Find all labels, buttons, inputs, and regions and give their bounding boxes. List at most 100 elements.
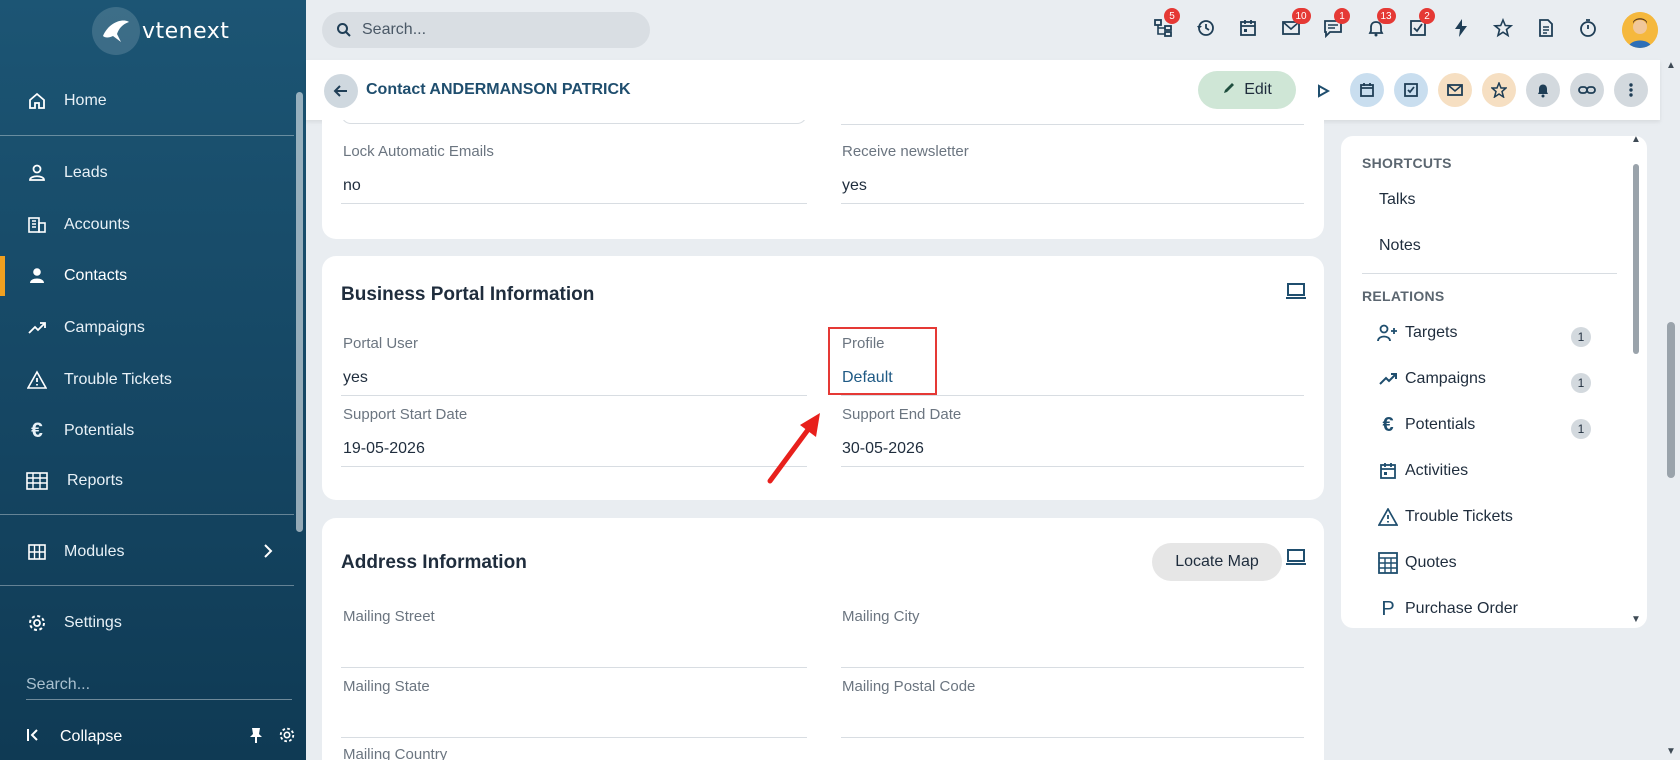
relation-potentials[interactable]: € Potentials xyxy=(1377,414,1475,436)
notification-button[interactable] xyxy=(1526,73,1560,107)
red-arrow-annotation xyxy=(767,413,820,484)
relation-label: Targets xyxy=(1405,324,1458,341)
star-icon xyxy=(1491,82,1507,98)
user-plus-icon xyxy=(1377,322,1399,344)
task-check-button[interactable]: 2 xyxy=(1397,8,1440,48)
relations-heading: RELATIONS xyxy=(1362,288,1445,304)
sidebar-item-campaigns[interactable]: Campaigns xyxy=(0,308,294,348)
section-title: Business Portal Information xyxy=(341,284,595,305)
search-placeholder: Search... xyxy=(362,21,427,38)
shortcut-talks[interactable]: Talks xyxy=(1379,191,1415,209)
edit-label: Edit xyxy=(1244,81,1272,98)
sidebar-item-label: Settings xyxy=(64,614,122,631)
relation-trouble-tickets[interactable]: Trouble Tickets xyxy=(1377,506,1513,528)
back-button[interactable] xyxy=(324,74,358,108)
email-field[interactable] xyxy=(341,120,807,124)
edit-button[interactable]: Edit xyxy=(1198,71,1296,109)
sidebar-scrollbar[interactable] xyxy=(296,80,303,640)
profile-value-link[interactable]: Default xyxy=(842,369,893,387)
mailing-city-label: Mailing City xyxy=(842,608,920,625)
bell-button[interactable]: 13 xyxy=(1355,8,1398,48)
timer-button[interactable] xyxy=(1567,12,1610,48)
relation-label: Activities xyxy=(1405,462,1469,479)
sidebar-item-label: Potentials xyxy=(64,422,135,439)
task-check-icon xyxy=(1404,83,1418,97)
shortcut-label: Notes xyxy=(1379,237,1421,254)
page-scrollbar[interactable]: ▲ ▼ xyxy=(1663,60,1680,760)
hierarchy-button[interactable]: 5 xyxy=(1142,8,1185,48)
sidebar-item-modules[interactable]: Modules xyxy=(0,532,294,572)
monitor-icon[interactable] xyxy=(1286,548,1306,571)
support-start-value[interactable]: 19-05-2026 xyxy=(343,440,425,458)
monitor-icon[interactable] xyxy=(1286,282,1306,305)
chat-button[interactable]: 1 xyxy=(1312,8,1355,48)
shortcuts-heading: SHORTCUTS xyxy=(1362,155,1452,171)
lock-emails-value[interactable]: no xyxy=(343,177,361,195)
calendar-button[interactable] xyxy=(1227,12,1270,48)
lightning-button[interactable] xyxy=(1440,12,1483,48)
link-button[interactable] xyxy=(1570,73,1604,107)
more-actions-button[interactable] xyxy=(1614,73,1648,107)
sidebar-item-leads[interactable]: Leads xyxy=(0,153,294,193)
sidebar-item-trouble-tickets[interactable]: Trouble Tickets xyxy=(0,360,294,400)
history-button[interactable] xyxy=(1185,12,1228,48)
shortcut-notes[interactable]: Notes xyxy=(1379,237,1421,255)
add-event-button[interactable] xyxy=(1350,73,1384,107)
top-icons: 5 10 1 13 2 xyxy=(1142,8,1610,48)
lightning-icon xyxy=(1451,18,1471,43)
collapse-icon xyxy=(26,727,44,748)
locate-map-label: Locate Map xyxy=(1175,553,1259,570)
collapse-label: Collapse xyxy=(60,728,123,745)
collapse-button[interactable]: Collapse xyxy=(26,724,296,750)
sidebar-item-home[interactable]: Home xyxy=(0,81,294,121)
locate-map-button[interactable]: Locate Map xyxy=(1152,543,1282,581)
dolphin-logo-icon xyxy=(92,7,140,55)
trending-up-icon xyxy=(26,317,48,339)
relation-purchase-order[interactable]: P Purchase Order xyxy=(1377,598,1518,620)
support-end-value[interactable]: 30-05-2026 xyxy=(842,440,924,458)
sidebar-item-accounts[interactable]: Accounts xyxy=(0,205,294,245)
gear-icon xyxy=(26,612,48,634)
sidebar-search-input[interactable]: Search... xyxy=(26,666,292,700)
relation-targets[interactable]: Targets xyxy=(1377,322,1457,344)
sidebar-item-reports[interactable]: Reports xyxy=(0,461,294,501)
star-button[interactable] xyxy=(1482,12,1525,48)
sidebar-item-potentials[interactable]: € Potentials xyxy=(0,411,294,451)
portal-user-value[interactable]: yes xyxy=(343,369,368,387)
play-icon xyxy=(1318,84,1330,98)
gear-icon[interactable] xyxy=(278,726,296,749)
sidebar-item-settings[interactable]: Settings xyxy=(0,603,294,643)
favorite-button[interactable] xyxy=(1482,73,1516,107)
sidebar-item-label: Trouble Tickets xyxy=(64,371,172,388)
mail-button[interactable]: 10 xyxy=(1270,8,1313,48)
app-logo[interactable]: vtenext xyxy=(92,6,229,56)
avatar[interactable] xyxy=(1622,12,1658,48)
relation-quotes[interactable]: Quotes xyxy=(1377,552,1457,574)
sidebar: vtenext Home Leads Accounts Contacts Cam… xyxy=(0,0,306,760)
sidebar-item-label: Contacts xyxy=(64,267,128,284)
relation-campaigns[interactable]: Campaigns xyxy=(1377,368,1486,390)
calendar-icon xyxy=(1238,18,1258,43)
notification-badge: 1 xyxy=(1334,8,1350,24)
pin-icon[interactable] xyxy=(248,726,264,749)
building-icon xyxy=(26,214,48,236)
document-button[interactable] xyxy=(1525,12,1568,48)
panel-scrollbar[interactable] xyxy=(1631,142,1641,622)
person-outline-icon xyxy=(26,162,48,184)
relation-label: Quotes xyxy=(1405,554,1457,571)
history-icon xyxy=(1196,18,1216,43)
sidebar-item-contacts[interactable]: Contacts xyxy=(0,256,294,296)
send-email-button[interactable] xyxy=(1438,73,1472,107)
newsletter-value[interactable]: yes xyxy=(842,177,867,195)
global-search-input[interactable]: Search... xyxy=(322,12,650,48)
star-icon xyxy=(1493,17,1514,43)
count-badge: 1 xyxy=(1571,419,1591,439)
warning-icon xyxy=(1377,506,1399,528)
scroll-down-arrow[interactable]: ▼ xyxy=(1631,614,1641,625)
mailing-state-label: Mailing State xyxy=(343,678,430,695)
sidebar-item-label: Modules xyxy=(64,543,125,560)
play-button[interactable] xyxy=(1306,74,1340,108)
relation-activities[interactable]: Activities xyxy=(1377,460,1468,482)
add-task-button[interactable] xyxy=(1394,73,1428,107)
sidebar-item-label: Leads xyxy=(64,164,108,181)
